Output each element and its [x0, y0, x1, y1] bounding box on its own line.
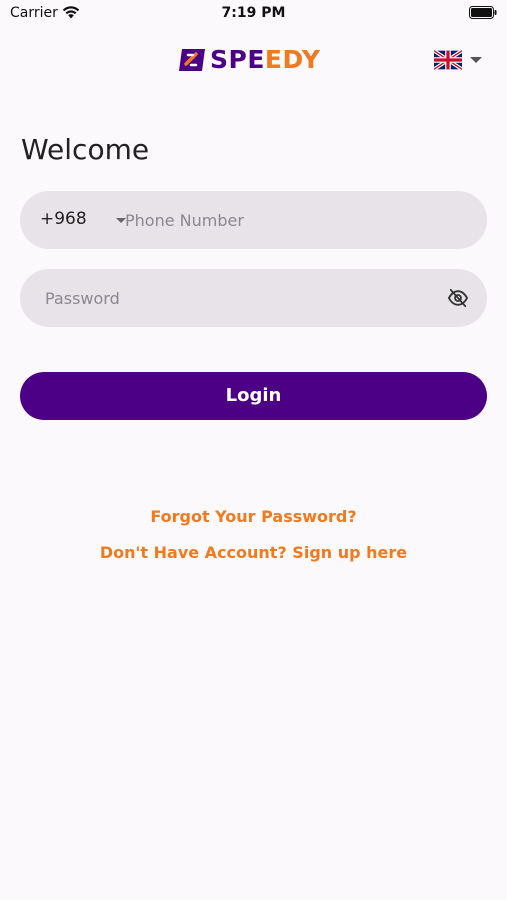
logo-text: SPEEDY [210, 44, 321, 76]
logo-text-part2: EDY [264, 45, 321, 74]
password-field [20, 269, 487, 327]
password-input[interactable] [45, 269, 445, 327]
language-selector[interactable] [434, 48, 484, 72]
battery-icon [469, 6, 497, 19]
signup-link[interactable]: Don't Have Account? Sign up here [0, 543, 507, 562]
country-code-selector[interactable]: +968 [40, 209, 87, 229]
speedy-logo: SPEEDY [178, 44, 330, 76]
login-button[interactable]: Login [20, 372, 487, 420]
chevron-down-icon [470, 57, 482, 63]
phone-input[interactable] [125, 191, 465, 249]
phone-field: +968 [20, 191, 487, 249]
status-bar: Carrier 7:19 PM [0, 0, 507, 28]
speedy-logo-icon [179, 49, 205, 71]
login-screen: Carrier 7:19 PM SPEEDY Welcome +968 Phon… [0, 0, 507, 900]
forgot-password-link[interactable]: Forgot Your Password? [0, 507, 507, 526]
eye-off-icon[interactable] [447, 288, 469, 308]
logo-text-part1: SPE [210, 45, 265, 74]
clock: 7:19 PM [221, 5, 286, 21]
page-title: Welcome [21, 133, 150, 166]
uk-flag-icon [434, 50, 462, 70]
